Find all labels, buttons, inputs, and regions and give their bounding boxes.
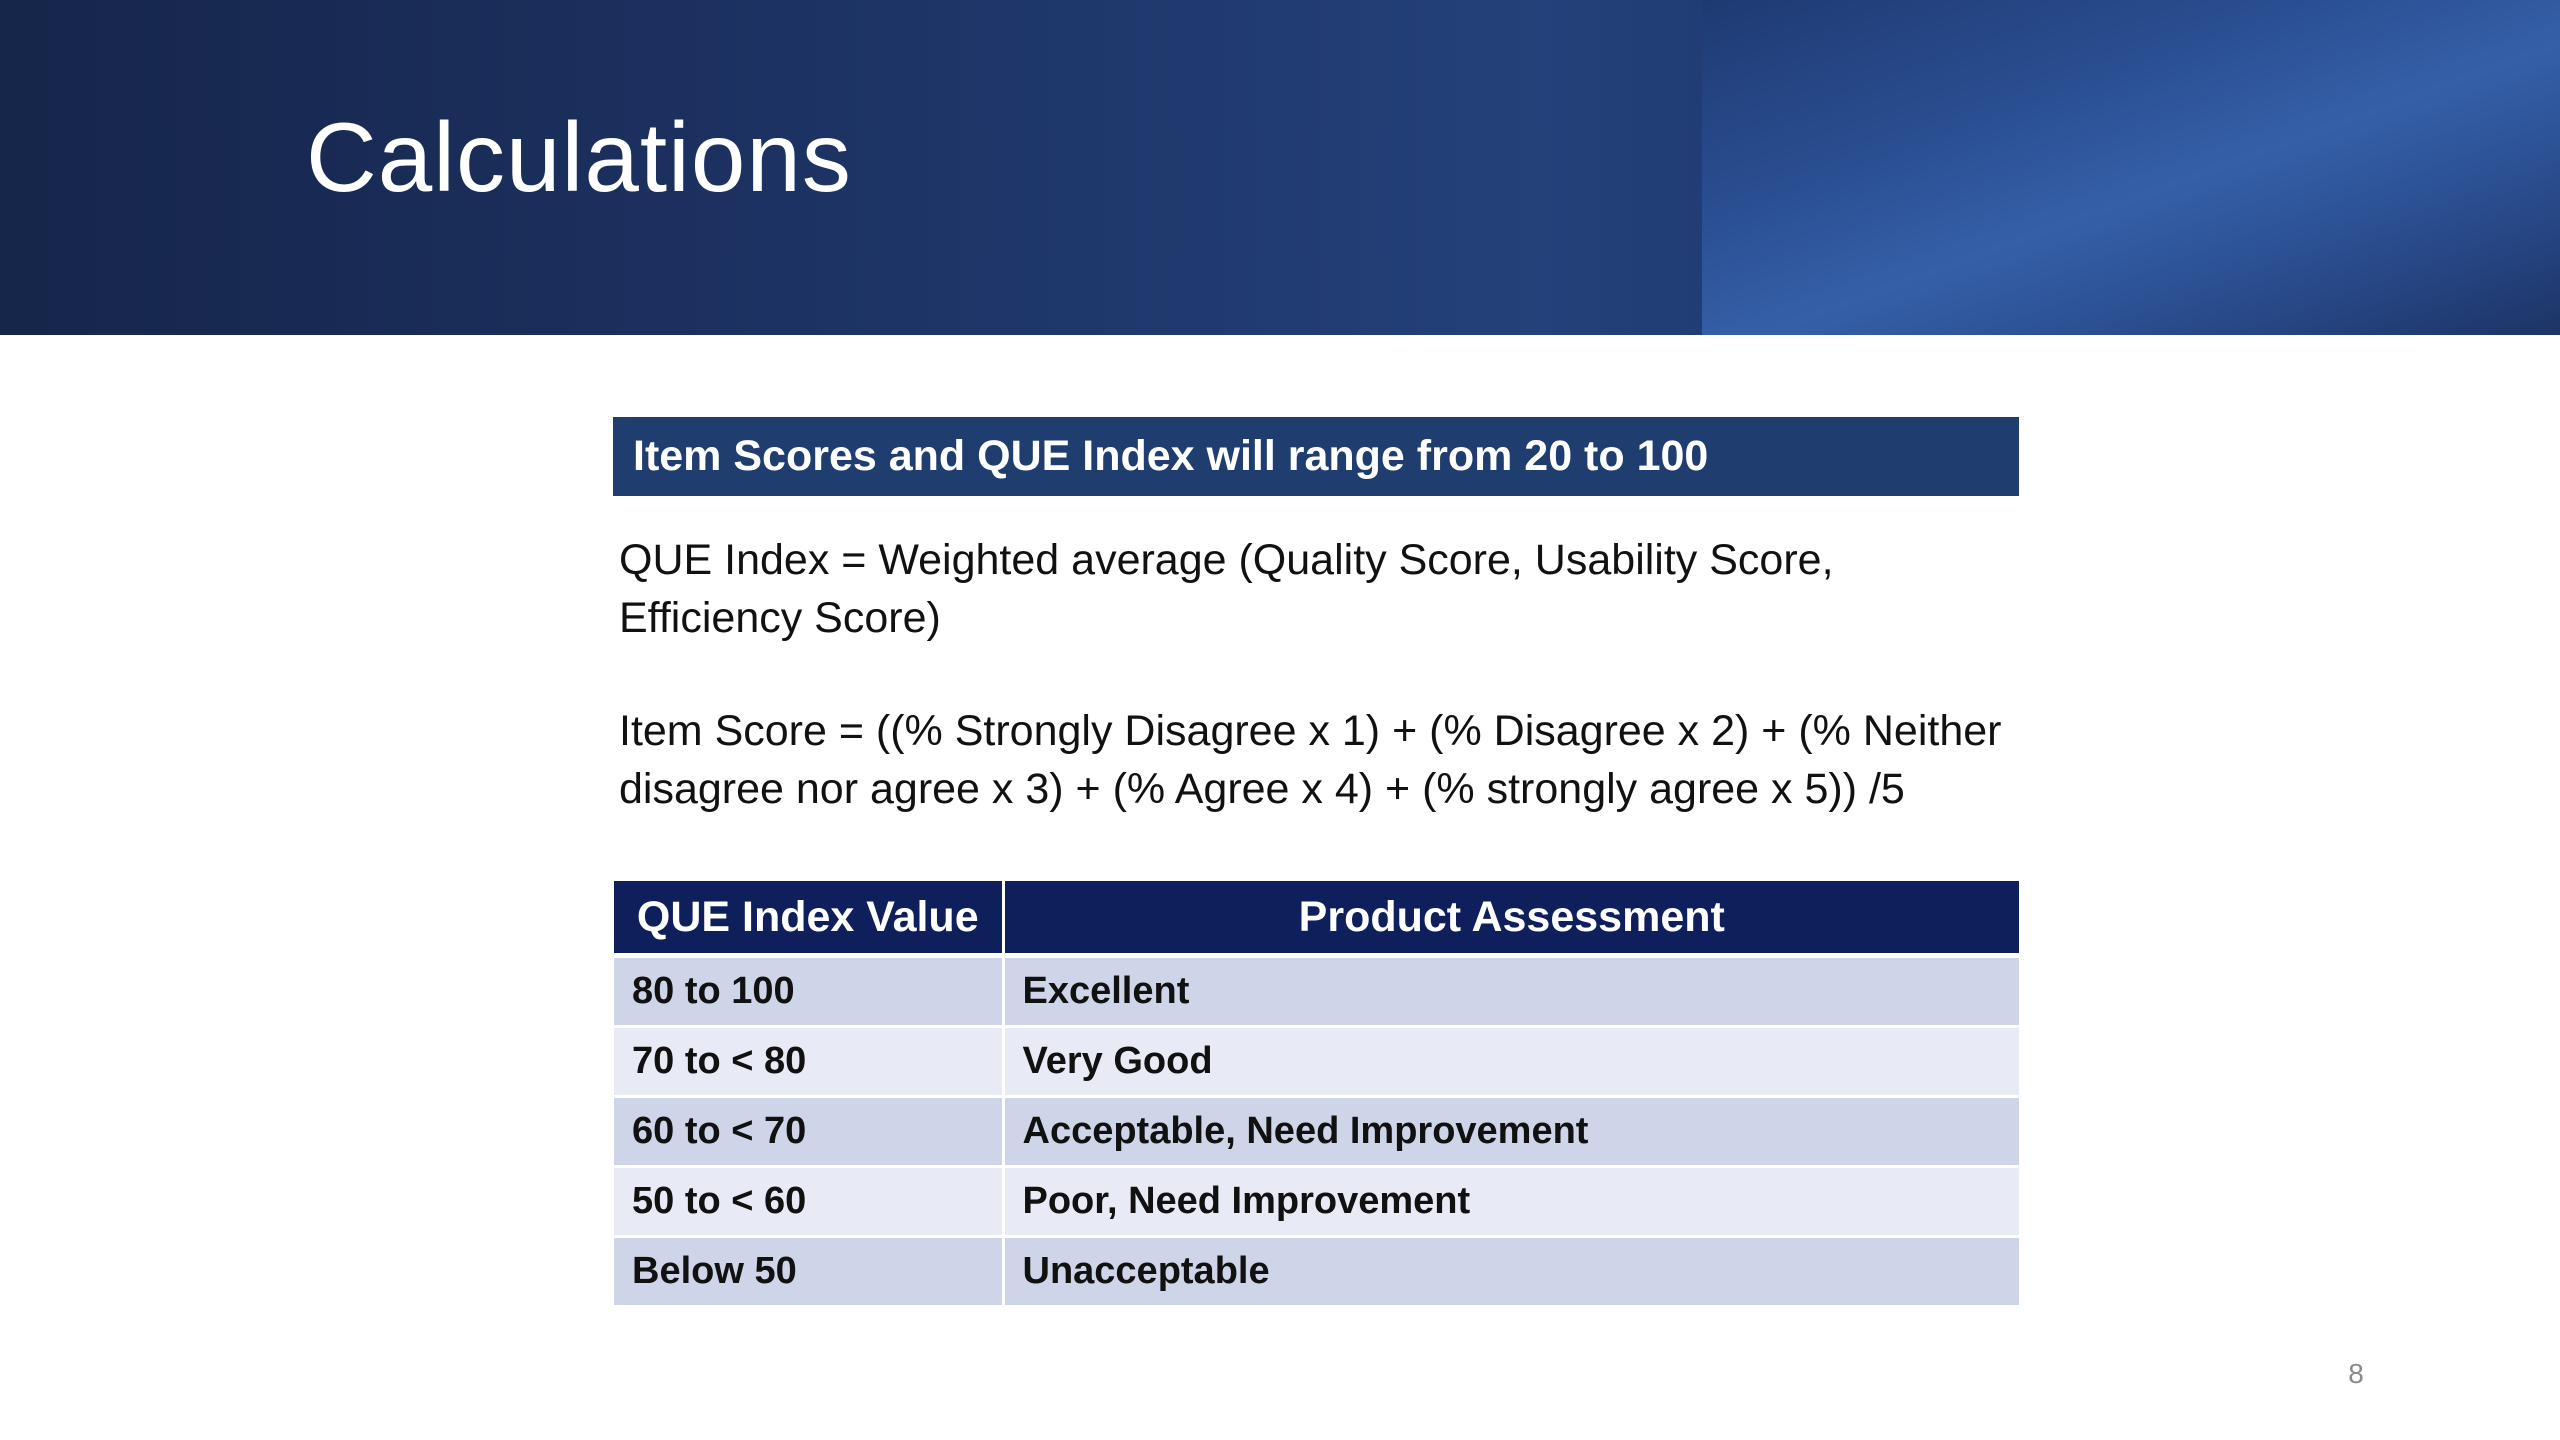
table-row: 50 to < 60 Poor, Need Improvement [614, 1166, 2019, 1238]
range-banner: Item Scores and QUE Index will range fro… [613, 417, 2019, 496]
product-assessment-cell: Very Good [1001, 1026, 2019, 1098]
header-accent-panel [1702, 0, 2560, 335]
table-header-row: QUE Index Value Product Assessment [614, 881, 2019, 958]
product-assessment-cell: Unacceptable [1001, 1236, 2019, 1308]
header-product-assessment: Product Assessment [1001, 881, 2019, 958]
product-assessment-cell: Acceptable, Need Improvement [1001, 1096, 2019, 1168]
product-assessment-cell: Excellent [1001, 955, 2019, 1028]
product-assessment-cell: Poor, Need Improvement [1001, 1166, 2019, 1238]
slide-header-band: Calculations [0, 0, 2560, 335]
assessment-table: QUE Index Value Product Assessment 80 to… [614, 881, 2019, 1308]
slide-title: Calculations [306, 102, 852, 212]
item-score-formula: Item Score = ((% Strongly Disagree x 1) … [619, 707, 2002, 813]
que-index-value-cell: 70 to < 80 [614, 1026, 1003, 1098]
que-index-value-cell: Below 50 [614, 1236, 1003, 1308]
table-row: 70 to < 80 Very Good [614, 1026, 2019, 1098]
que-index-value-cell: 50 to < 60 [614, 1166, 1003, 1238]
table-row: Below 50 Unacceptable [614, 1236, 2019, 1308]
header-que-index-value: QUE Index Value [614, 881, 1003, 958]
que-index-value-cell: 60 to < 70 [614, 1096, 1003, 1168]
page-number: 8 [2348, 1358, 2364, 1389]
table-row: 60 to < 70 Acceptable, Need Improvement [614, 1096, 2019, 1168]
table-row: 80 to 100 Excellent [614, 955, 2019, 1028]
que-index-value-cell: 80 to 100 [614, 955, 1003, 1028]
que-index-formula: QUE Index = Weighted average (Quality Sc… [619, 536, 1834, 642]
